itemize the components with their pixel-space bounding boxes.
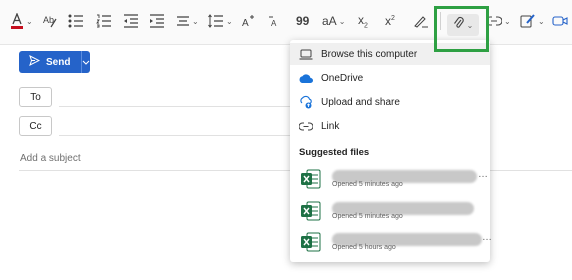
font-case-button[interactable]: aA ⌄	[322, 10, 345, 32]
numbering-button[interactable]	[96, 10, 112, 32]
bullets-icon	[68, 14, 84, 28]
font-color-button[interactable]: ⌄	[10, 10, 33, 32]
editor-button[interactable]: ⌄	[520, 10, 545, 32]
signature-button[interactable]	[413, 10, 429, 32]
to-label: To	[30, 91, 41, 103]
suggested-file[interactable]: Opened 5 minutes ago …	[298, 166, 488, 194]
superscript-button[interactable]: x2	[385, 10, 395, 32]
chevron-down-icon	[82, 57, 90, 68]
attach-menu: Browse this computer OneDrive Upload and…	[290, 40, 492, 262]
insert-link-button[interactable]: ⌄	[486, 10, 511, 32]
menu-item-label: Browse this computer	[321, 48, 418, 60]
meeting-button[interactable]	[552, 10, 568, 32]
highlight-box	[434, 6, 489, 52]
onedrive-cloud-icon	[298, 71, 314, 85]
numbering-icon	[96, 14, 112, 28]
format-painter-button[interactable]: Ab	[42, 10, 58, 32]
excel-file-icon	[300, 200, 322, 222]
align-icon	[176, 15, 190, 27]
editor-icon	[520, 13, 536, 29]
menu-item-onedrive[interactable]: OneDrive	[290, 67, 490, 89]
link-icon	[298, 119, 314, 133]
increase-indent-button[interactable]	[149, 10, 165, 32]
decrease-font-button[interactable]: A	[268, 10, 282, 32]
svg-text:A: A	[271, 19, 277, 28]
superscript-icon: x2	[385, 14, 395, 28]
suggested-files-heading: Suggested files	[299, 147, 370, 158]
suggested-file[interactable]: Opened 5 hours ago …	[298, 229, 492, 257]
increase-font-button[interactable]: A	[242, 10, 256, 32]
menu-item-label: Upload and share	[321, 96, 400, 108]
chevron-down-icon: ⌄	[538, 16, 545, 26]
more-options-icon[interactable]: …	[478, 169, 488, 180]
chevron-down-icon: ⌄	[226, 16, 233, 26]
svg-text:Ab: Ab	[43, 15, 54, 25]
format-painter-icon: Ab	[42, 13, 58, 29]
menu-item-link[interactable]: Link	[290, 115, 490, 137]
svg-text:A: A	[242, 18, 249, 28]
font-case-icon: aA	[322, 14, 337, 28]
send-label: Send	[46, 56, 71, 68]
excel-file-icon	[300, 231, 322, 253]
cc-label: Cc	[29, 120, 42, 132]
to-button[interactable]: To	[19, 87, 52, 107]
menu-item-label: Link	[321, 120, 340, 132]
chevron-down-icon: ⌄	[26, 16, 33, 26]
quote-button[interactable]: 99	[296, 10, 309, 32]
file-opened-time: Opened 5 minutes ago	[332, 213, 403, 220]
upload-share-icon	[298, 95, 314, 109]
line-spacing-button[interactable]: ⌄	[208, 10, 233, 32]
increase-font-icon: A	[242, 14, 256, 28]
chevron-down-icon: ⌄	[338, 16, 346, 26]
decrease-indent-icon	[123, 14, 139, 28]
suggested-file[interactable]: Opened 5 minutes ago	[298, 198, 484, 226]
font-color-icon	[10, 13, 24, 29]
send-icon	[29, 55, 41, 69]
chevron-down-icon: ⌄	[504, 16, 511, 26]
line-spacing-icon	[208, 14, 224, 28]
send-button[interactable]: Send	[19, 55, 81, 69]
subject-input[interactable]: Add a subject	[20, 153, 81, 164]
chevron-down-icon: ⌄	[192, 16, 199, 26]
subscript-icon: x2	[358, 12, 368, 30]
file-opened-time: Opened 5 minutes ago	[332, 181, 403, 188]
decrease-indent-button[interactable]	[123, 10, 139, 32]
file-opened-time: Opened 5 hours ago	[332, 244, 396, 251]
video-camera-icon	[552, 15, 568, 27]
menu-item-upload-share[interactable]: Upload and share	[290, 91, 490, 113]
send-options-button[interactable]	[82, 57, 90, 68]
menu-item-label: OneDrive	[321, 72, 364, 84]
signature-icon	[413, 14, 429, 28]
laptop-icon	[298, 47, 314, 61]
increase-indent-icon	[149, 14, 165, 28]
cc-button[interactable]: Cc	[19, 116, 52, 136]
decrease-font-icon: A	[268, 14, 282, 28]
more-options-icon[interactable]: …	[482, 232, 492, 243]
quote-icon: 99	[296, 14, 310, 28]
subscript-button[interactable]: x2	[358, 10, 368, 32]
bullets-button[interactable]	[68, 10, 84, 32]
align-button[interactable]: ⌄	[176, 10, 199, 32]
excel-file-icon	[300, 168, 322, 190]
send-button-group: Send	[19, 51, 90, 73]
